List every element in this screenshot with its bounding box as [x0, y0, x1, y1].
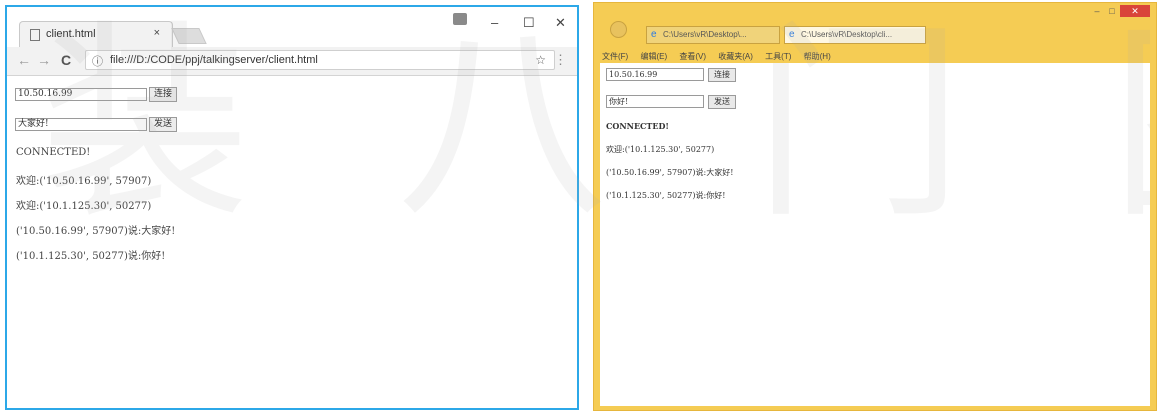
forward-icon[interactable]: →: [37, 52, 51, 68]
new-tab-button[interactable]: [171, 28, 207, 44]
message-input[interactable]: 你好!: [606, 95, 704, 108]
chrome-window: client.html × – ☐ ✕ ← → C ⓘ file:///D:/C…: [5, 5, 579, 410]
minimize-button[interactable]: –: [491, 15, 498, 30]
message-line: ('10.50.16.99', 57907)说:大家好!: [606, 168, 734, 177]
connect-button[interactable]: 连接: [149, 87, 177, 102]
ie-tab-1[interactable]: e C:\Users\vR\Desktop\...: [646, 26, 780, 44]
status-line: CONNECTED!: [606, 121, 669, 131]
menu-file[interactable]: 文件(F): [602, 52, 628, 61]
maximize-button[interactable]: ☐: [523, 15, 535, 31]
message-line: 欢迎:('10.1.125.30', 50277): [606, 145, 715, 154]
close-button[interactable]: ✕: [555, 15, 566, 31]
tab-close-icon[interactable]: ×: [154, 27, 160, 39]
send-button[interactable]: 发送: [149, 117, 177, 132]
ie-tab-title: C:\Users\vR\Desktop\cli...: [801, 30, 893, 39]
ie-icon: e: [651, 29, 657, 40]
message-line: 欢迎:('10.50.16.99', 57907): [16, 176, 152, 187]
reload-icon[interactable]: C: [61, 52, 71, 68]
status-line: CONNECTED!: [16, 147, 91, 158]
minimize-button[interactable]: –: [1090, 5, 1104, 17]
menu-favorites[interactable]: 收藏夹(A): [718, 52, 753, 61]
message-input[interactable]: 大家好!: [15, 118, 147, 131]
send-button[interactable]: 发送: [708, 95, 736, 109]
ip-input[interactable]: 10.50.16.99: [15, 88, 147, 101]
ie-page-content: 10.50.16.99 连接 你好! 发送 CONNECTED! 欢迎:('10…: [600, 63, 1150, 406]
address-url: file:///D:/CODE/ppj/talkingserver/client…: [110, 54, 318, 66]
menu-tools[interactable]: 工具(T): [765, 52, 791, 61]
message-line: ('10.50.16.99', 57907)说:大家好!: [16, 226, 176, 237]
address-bar[interactable]: ⓘ file:///D:/CODE/ppj/talkingserver/clie…: [85, 50, 555, 70]
back-icon[interactable]: ←: [17, 52, 31, 68]
menu-help[interactable]: 帮助(H): [804, 52, 831, 61]
ie-window: e C:\Users\vR\Desktop\... e C:\Users\vR\…: [593, 2, 1157, 411]
ip-input[interactable]: 10.50.16.99: [606, 68, 704, 81]
ie-tab-title: C:\Users\vR\Desktop\...: [663, 30, 747, 39]
maximize-button[interactable]: □: [1105, 5, 1119, 17]
extension-icon[interactable]: [453, 13, 467, 25]
chrome-page-content: 10.50.16.99 连接 大家好! 发送 CONNECTED! 欢迎:('1…: [7, 76, 577, 408]
chrome-toolbar: ← → C ⓘ file:///D:/CODE/ppj/talkingserve…: [7, 47, 577, 76]
message-line: 欢迎:('10.1.125.30', 50277): [16, 201, 152, 212]
back-orb-icon[interactable]: [610, 21, 627, 38]
info-icon[interactable]: ⓘ: [92, 53, 103, 69]
message-line: ('10.1.125.30', 50277)说:你好!: [16, 251, 166, 262]
tab-title: client.html: [46, 28, 96, 40]
ie-tab-2[interactable]: e C:\Users\vR\Desktop\cli...: [784, 26, 926, 44]
menu-icon[interactable]: ⋮: [554, 52, 567, 68]
close-button[interactable]: ✕: [1120, 5, 1150, 17]
ie-menubar: 文件(F) 编辑(E) 查看(V) 收藏夹(A) 工具(T) 帮助(H): [602, 51, 841, 62]
connect-button[interactable]: 连接: [708, 68, 736, 82]
ie-icon: e: [789, 29, 795, 40]
chrome-titlebar: client.html × – ☐ ✕: [7, 7, 577, 47]
star-icon[interactable]: ☆: [535, 53, 546, 67]
browser-tab-client[interactable]: client.html ×: [19, 21, 173, 47]
page-icon: [30, 29, 40, 41]
message-line: ('10.1.125.30', 50277)说:你好!: [606, 191, 726, 200]
menu-view[interactable]: 查看(V): [679, 52, 706, 61]
menu-edit[interactable]: 编辑(E): [640, 52, 667, 61]
